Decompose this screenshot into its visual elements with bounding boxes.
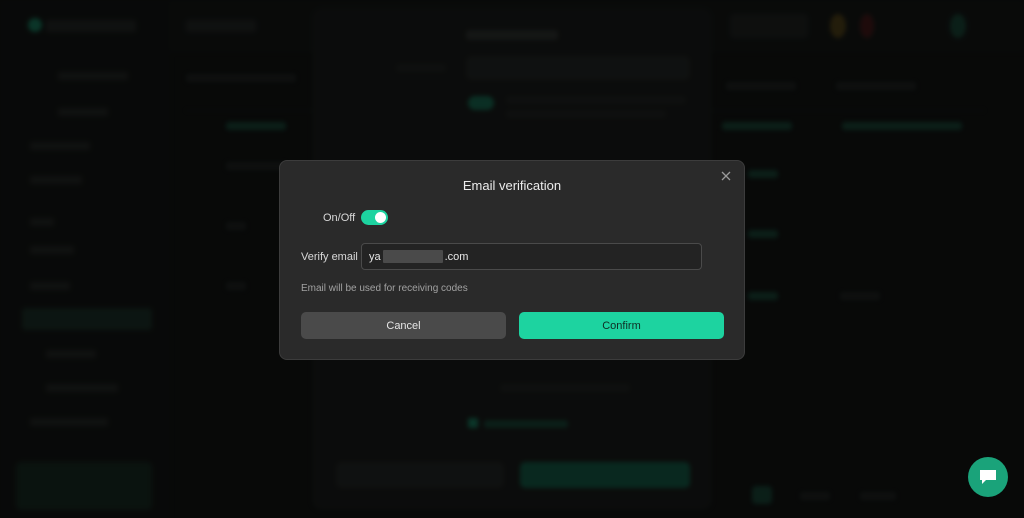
email-value-prefix: ya [369,250,381,263]
on-off-toggle[interactable] [361,210,388,225]
close-icon[interactable] [718,169,734,185]
verify-email-label: Verify email [301,251,358,263]
close-icon [721,171,731,181]
email-hint-text: Email will be used for receiving codes [301,283,468,294]
redacted-block [382,250,443,263]
email-value-suffix: .com [444,250,469,263]
cancel-button[interactable]: Cancel [301,312,506,339]
verify-email-field[interactable]: ya .com [361,243,702,270]
chat-button[interactable] [968,457,1008,497]
email-verification-modal: Email verification On/Off Verify email y… [279,160,745,360]
modal-title: Email verification [462,178,562,193]
chat-bubble-icon [980,470,996,484]
toggle-label: On/Off [323,212,356,224]
confirm-button[interactable]: Confirm [519,312,724,339]
toggle-knob [375,212,386,223]
